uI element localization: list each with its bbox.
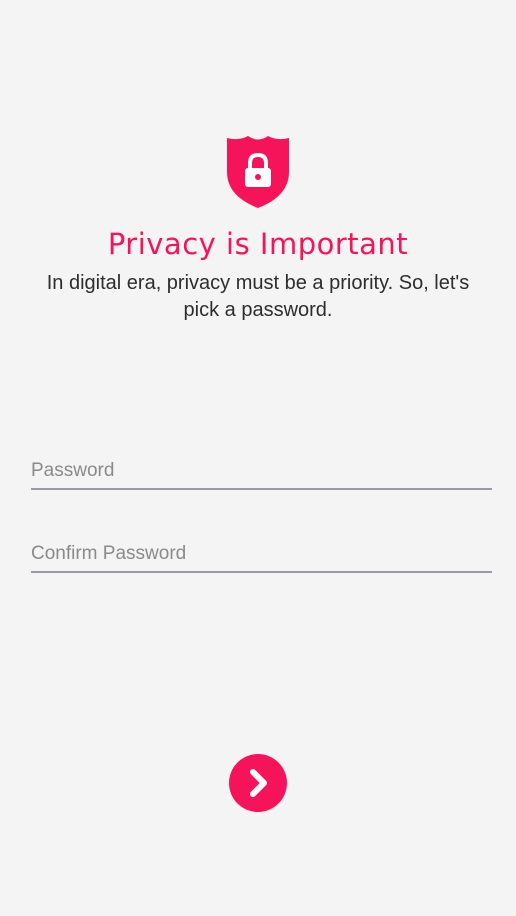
page-title: Privacy is Important	[107, 227, 409, 261]
password-field-container	[31, 452, 492, 490]
confirm-password-input[interactable]	[31, 543, 492, 565]
password-input[interactable]	[31, 460, 492, 482]
confirm-password-field-container	[31, 535, 492, 573]
next-button[interactable]	[229, 754, 287, 812]
chevron-right-icon	[250, 769, 267, 797]
page-subtitle: In digital era, privacy must be a priori…	[46, 272, 470, 321]
shield-lock-icon	[225, 134, 291, 210]
